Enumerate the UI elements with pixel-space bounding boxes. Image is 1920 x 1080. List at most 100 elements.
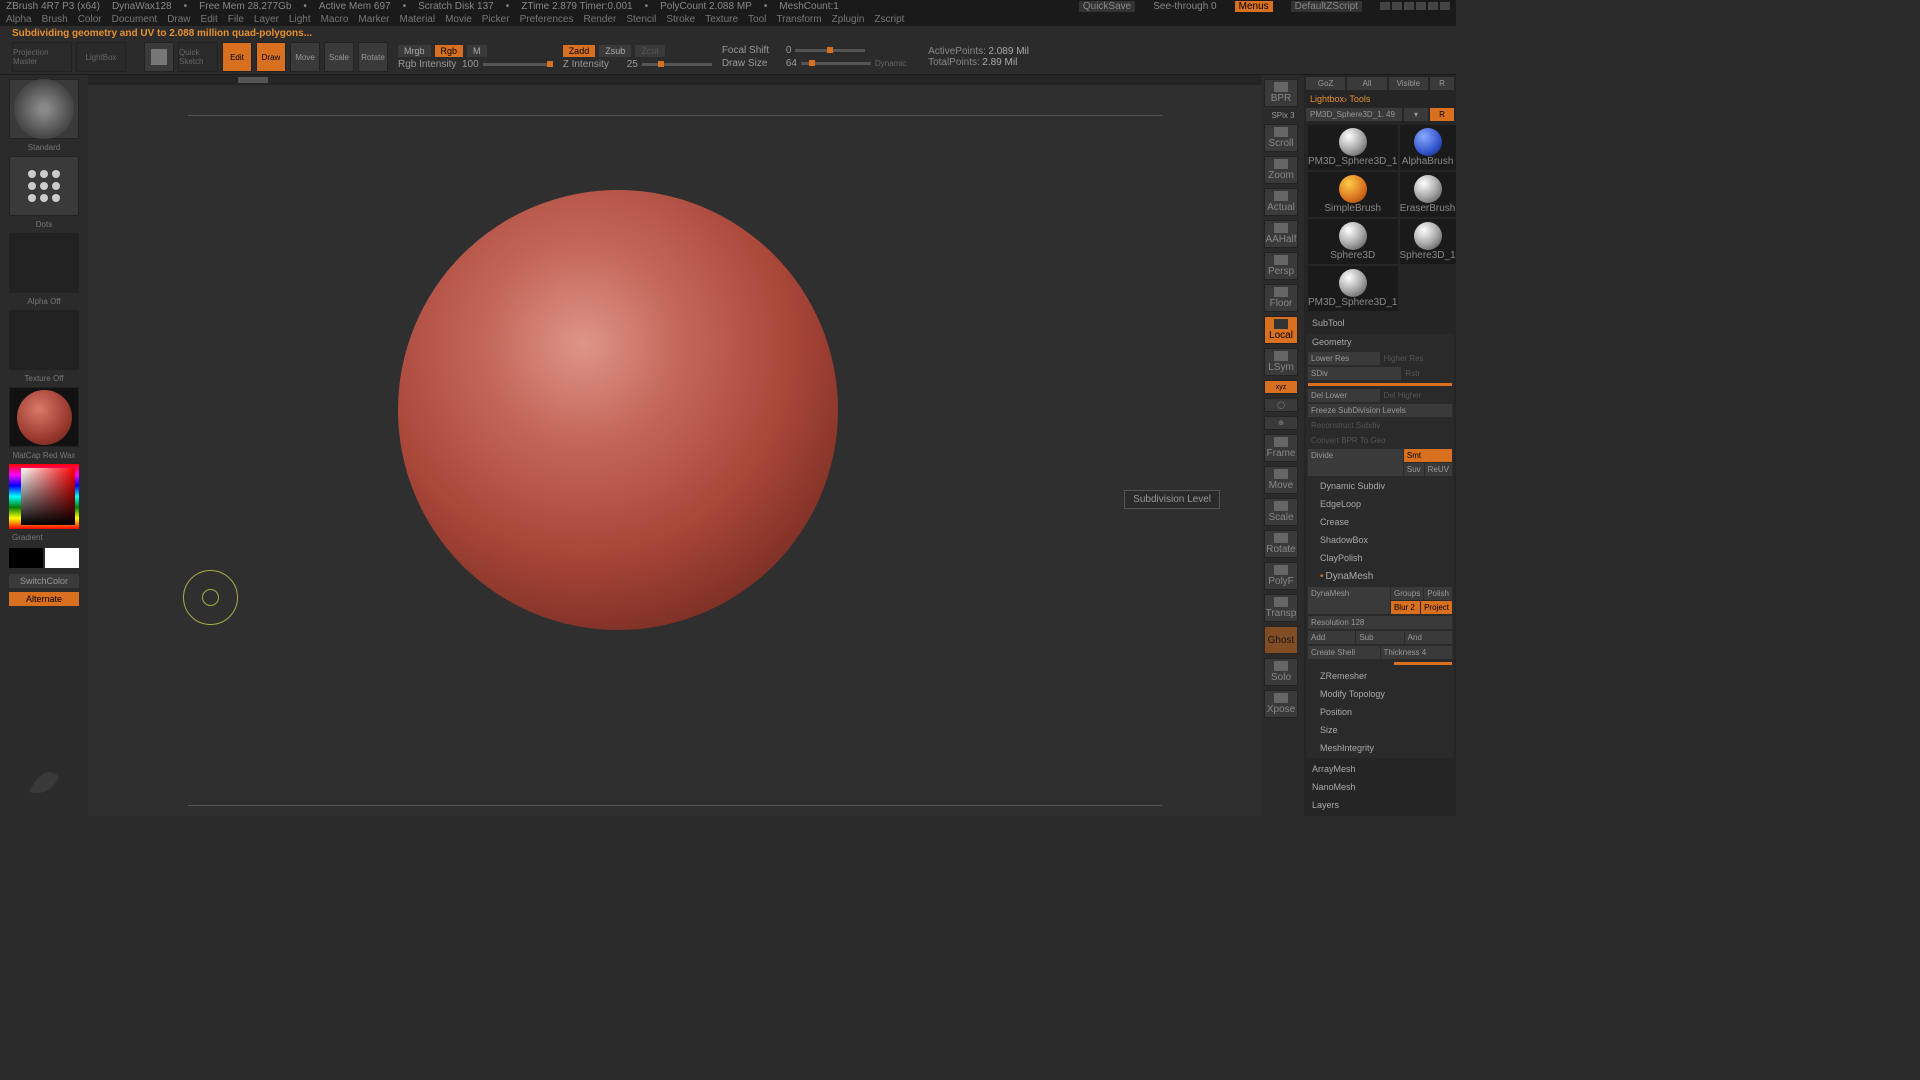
default-script[interactable]: DefaultZScript (1291, 1, 1362, 12)
menu-file[interactable]: File (228, 14, 244, 25)
suv-button[interactable]: Suv (1404, 463, 1424, 476)
position-header[interactable]: Position (1308, 704, 1452, 720)
lsym-button[interactable]: LSym (1264, 348, 1298, 376)
menu-marker[interactable]: Marker (358, 14, 389, 25)
menu-picker[interactable]: Picker (482, 14, 510, 25)
menu-macro[interactable]: Macro (321, 14, 349, 25)
rotate-button[interactable]: Rotate (358, 42, 388, 72)
zcut-button[interactable]: Zcut (635, 45, 665, 57)
menu-brush[interactable]: Brush (42, 14, 68, 25)
gradient-label[interactable]: Gradient (4, 533, 84, 542)
projection-master-button[interactable]: Projection Master (12, 42, 72, 72)
rgb-intensity-slider[interactable] (483, 63, 553, 66)
shadowbox-header[interactable]: ShadowBox (1308, 532, 1452, 548)
convert-bpr-button[interactable]: Convert BPR To Geo (1308, 434, 1452, 447)
higher-res-button[interactable]: Higher Res (1381, 352, 1453, 365)
sdiv-slider-track[interactable] (1308, 383, 1452, 386)
menu-tool[interactable]: Tool (748, 14, 766, 25)
goz-button[interactable]: GoZ (1306, 77, 1345, 90)
geometry-header[interactable]: Geometry (1306, 334, 1454, 350)
xyz-button[interactable]: xyz (1264, 380, 1298, 394)
freeze-subdiv-button[interactable]: Freeze SubDivision Levels (1308, 404, 1452, 417)
menu-color[interactable]: Color (78, 14, 102, 25)
edit-button[interactable]: Edit (222, 42, 252, 72)
tool-thumb[interactable]: SimpleBrush (1308, 172, 1398, 217)
modify-topology-header[interactable]: Modify Topology (1308, 686, 1452, 702)
tool-thumb[interactable]: Sphere3D (1308, 219, 1398, 264)
target-icon[interactable]: ⊕ (1264, 416, 1298, 430)
move-nav-button[interactable]: Move (1264, 466, 1298, 494)
alternate-button[interactable]: Alternate (9, 592, 79, 606)
tool-r-button[interactable]: R (1430, 108, 1454, 121)
local-button[interactable]: Local (1264, 316, 1298, 344)
sphere-mesh[interactable] (398, 190, 838, 630)
frame-button[interactable]: Frame (1264, 434, 1298, 462)
layers-header[interactable]: Layers (1306, 797, 1454, 813)
lightbox-tools-header[interactable]: Lightbox› Tools (1306, 92, 1454, 106)
size-header[interactable]: Size (1308, 722, 1452, 738)
goz-r-button[interactable]: R (1430, 77, 1454, 90)
quicksketch-button[interactable]: Quick Sketch (178, 42, 218, 72)
brush-selector[interactable] (9, 79, 79, 139)
bpr-button[interactable]: BPR (1264, 79, 1298, 107)
current-tool[interactable]: PM3D_Sphere3D_1. 49 (1306, 108, 1402, 121)
divide-button[interactable]: Divide (1308, 449, 1403, 476)
polish-button[interactable]: Polish (1424, 587, 1452, 600)
reconstruct-button[interactable]: Reconstruct Subdiv (1308, 419, 1452, 432)
menu-preferences[interactable]: Preferences (520, 14, 574, 25)
zadd-button[interactable]: Zadd (563, 45, 596, 57)
persp-button[interactable]: Persp (1264, 252, 1298, 280)
aahalf-button[interactable]: AAHalf (1264, 220, 1298, 248)
crease-header[interactable]: Crease (1308, 514, 1452, 530)
menu-stencil[interactable]: Stencil (626, 14, 656, 25)
menu-texture[interactable]: Texture (705, 14, 738, 25)
quicksave-button[interactable]: QuickSave (1079, 1, 1135, 12)
goz-all-button[interactable]: All (1347, 77, 1386, 90)
scale-button[interactable]: Scale (324, 42, 354, 72)
material-selector[interactable] (9, 387, 79, 447)
swatch-primary[interactable] (45, 548, 79, 568)
menu-light[interactable]: Light (289, 14, 311, 25)
viewport[interactable]: Subdivision Level (88, 75, 1262, 816)
goz-visible-button[interactable]: Visible (1389, 77, 1428, 90)
fibermesh-header[interactable]: FiberMesh (1306, 815, 1454, 816)
rgb-button[interactable]: Rgb (435, 45, 464, 57)
project-button[interactable]: Project (1421, 601, 1452, 614)
draw-size-slider[interactable] (801, 62, 871, 65)
create-shell-button[interactable]: Create Shell (1308, 646, 1380, 659)
tool-dropdown-icon[interactable]: ▾ (1404, 108, 1428, 121)
polyf-button[interactable]: PolyF (1264, 562, 1298, 590)
zsub-button[interactable]: Zsub (599, 45, 631, 57)
thickness-slider[interactable]: Thickness 4 (1381, 646, 1453, 659)
quicksketch-icon[interactable] (144, 42, 174, 72)
del-higher-button[interactable]: Del Higher (1381, 389, 1453, 402)
scale-nav-button[interactable]: Scale (1264, 498, 1298, 526)
xpose-button[interactable]: Xpose (1264, 690, 1298, 718)
menu-alpha[interactable]: Alpha (6, 14, 32, 25)
menu-material[interactable]: Material (400, 14, 436, 25)
dynamic-label[interactable]: Dynamic (875, 59, 906, 68)
alpha-selector[interactable] (9, 233, 79, 293)
focal-shift-slider[interactable] (795, 49, 865, 52)
z-intensity-slider[interactable] (642, 63, 712, 66)
tool-thumb[interactable]: Sphere3D_1 (1400, 219, 1456, 264)
menu-layer[interactable]: Layer (254, 14, 279, 25)
scroll-button[interactable]: Scroll (1264, 124, 1298, 152)
menu-document[interactable]: Document (112, 14, 158, 25)
blur-slider[interactable]: Blur 2 (1391, 601, 1420, 614)
groups-button[interactable]: Groups (1391, 587, 1423, 600)
move-button[interactable]: Move (290, 42, 320, 72)
meshintegrity-header[interactable]: MeshIntegrity (1308, 740, 1452, 756)
draw-button[interactable]: Draw (256, 42, 286, 72)
menu-transform[interactable]: Transform (776, 14, 821, 25)
dynamesh-button[interactable]: DynaMesh (1308, 587, 1390, 614)
m-button[interactable]: M (467, 45, 487, 57)
lower-res-button[interactable]: Lower Res (1308, 352, 1380, 365)
menu-render[interactable]: Render (584, 14, 617, 25)
add-button[interactable]: Add (1308, 631, 1355, 644)
del-lower-button[interactable]: Del Lower (1308, 389, 1380, 402)
canvas-scrollbar[interactable] (88, 75, 1262, 85)
menu-edit[interactable]: Edit (201, 14, 218, 25)
ghost-button[interactable]: Ghost (1264, 626, 1298, 654)
dynamesh-header[interactable]: •DynaMesh (1308, 568, 1452, 585)
